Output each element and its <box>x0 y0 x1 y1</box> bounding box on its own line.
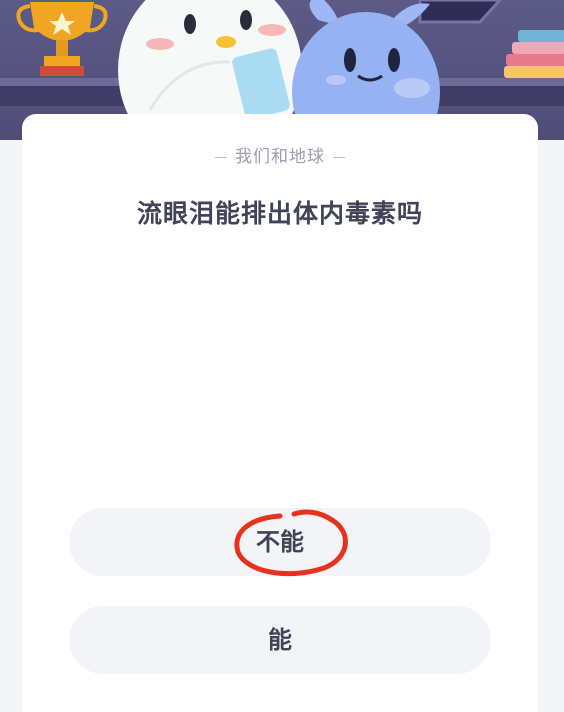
books-icon <box>504 30 564 78</box>
answer-option-2[interactable]: 能 <box>69 606 491 674</box>
category-text: 我们和地球 <box>235 147 325 167</box>
right-dash <box>333 156 345 158</box>
quiz-page: 我们和地球 流眼泪能排出体内毒素吗 不能 能 <box>0 0 564 712</box>
question-card: 我们和地球 流眼泪能排出体内毒素吗 不能 能 <box>22 114 538 712</box>
trophy-icon <box>16 2 108 76</box>
left-dash <box>215 156 227 158</box>
category-label: 我们和地球 <box>22 142 538 167</box>
hand-drawn-circle-mark <box>234 509 348 577</box>
question-text: 流眼泪能排出体内毒素吗 <box>136 199 423 228</box>
